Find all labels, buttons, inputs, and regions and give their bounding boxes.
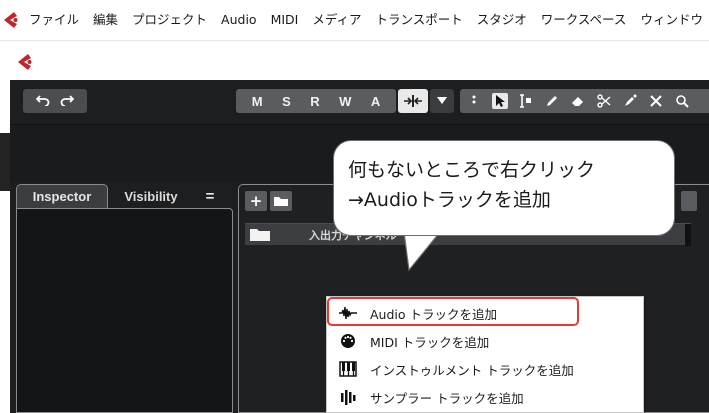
callout-line-1: 何もないところで右クリック bbox=[348, 159, 596, 181]
zoom-tool-icon[interactable] bbox=[674, 93, 690, 109]
eraser-tool-icon[interactable] bbox=[570, 93, 586, 109]
menu-workspace[interactable]: ワークスペース bbox=[534, 0, 634, 40]
push-mode-icon bbox=[404, 95, 422, 107]
menu-window[interactable]: ウィンドウ bbox=[633, 0, 709, 40]
pointer-tool-icon[interactable] bbox=[492, 93, 508, 109]
folder-icon bbox=[250, 229, 270, 241]
menu-project[interactable]: プロジェクト bbox=[125, 0, 214, 40]
tool-palette bbox=[460, 89, 709, 113]
tab-inspector[interactable]: Inspector bbox=[16, 184, 108, 208]
undo-redo-group bbox=[23, 89, 87, 113]
track-state-buttons: M S R W A bbox=[236, 89, 396, 113]
sampler-bars-icon bbox=[341, 390, 356, 405]
cubase-logo-icon[interactable] bbox=[0, 0, 22, 40]
auto-scroll-button[interactable] bbox=[398, 89, 428, 113]
window-title-row bbox=[0, 40, 709, 80]
add-track-button[interactable]: + bbox=[245, 191, 267, 211]
menu-midi[interactable]: MIDI bbox=[264, 0, 306, 40]
pencil-tool-icon[interactable] bbox=[544, 93, 560, 109]
add-track-folder-button[interactable] bbox=[270, 191, 292, 211]
menu-item-add-sampler-track[interactable]: サンプラー トラックを追加 bbox=[327, 384, 645, 410]
glue-tool-icon[interactable] bbox=[622, 93, 638, 109]
callout-tail bbox=[403, 232, 441, 272]
a-button[interactable]: A bbox=[371, 94, 380, 109]
midi-connector-icon bbox=[341, 334, 355, 348]
folder-add-icon bbox=[274, 197, 288, 206]
menu-item-label: サンプラー トラックを追加 bbox=[370, 390, 524, 406]
range-tool-icon[interactable] bbox=[518, 93, 534, 109]
menu-item-add-instrument-track[interactable]: インストゥルメント トラックを追加 bbox=[327, 356, 645, 382]
mute-tool-icon[interactable] bbox=[648, 93, 664, 109]
callout-line-2: →Audioトラックを追加 bbox=[348, 189, 551, 211]
highlight-box bbox=[327, 297, 579, 326]
menu-media[interactable]: メディア bbox=[305, 0, 368, 40]
drag-handle-icon[interactable] bbox=[466, 93, 482, 109]
track-list-option-button[interactable] bbox=[681, 191, 697, 211]
mode-dropdown-button[interactable] bbox=[430, 89, 454, 113]
track-meter bbox=[685, 224, 691, 246]
cubase-logo-icon bbox=[14, 51, 36, 77]
piano-keys-icon bbox=[339, 361, 357, 377]
inspector-panel bbox=[16, 208, 233, 413]
menu-bar: ファイル 編集 プロジェクト Audio MIDI メディア トランスポート ス… bbox=[0, 0, 709, 40]
redo-icon[interactable] bbox=[60, 94, 75, 109]
undo-icon[interactable] bbox=[35, 94, 50, 109]
annotation-callout: 何もないところで右クリック →Audioトラックを追加 bbox=[333, 140, 675, 236]
chevron-down-icon bbox=[437, 97, 447, 104]
menu-item-label: MIDI トラックを追加 bbox=[370, 334, 490, 350]
menu-audio[interactable]: Audio bbox=[214, 0, 264, 40]
menu-item-add-midi-track[interactable]: MIDI トラックを追加 bbox=[327, 328, 645, 354]
write-button[interactable]: W bbox=[339, 94, 351, 109]
track-list-toolbar: + bbox=[245, 191, 292, 211]
menu-file[interactable]: ファイル bbox=[22, 0, 86, 40]
read-button[interactable]: R bbox=[310, 94, 319, 109]
menu-studio[interactable]: スタジオ bbox=[470, 0, 534, 40]
toolbar: M S R W A bbox=[10, 80, 709, 124]
background-window-strip bbox=[0, 80, 10, 413]
scissors-tool-icon[interactable] bbox=[596, 93, 612, 109]
tab-visibility[interactable]: Visibility bbox=[108, 184, 194, 208]
menu-transport[interactable]: トランスポート bbox=[369, 0, 470, 40]
solo-button[interactable]: S bbox=[282, 94, 291, 109]
mute-button[interactable]: M bbox=[252, 94, 263, 109]
inspector-tabs: Inspector Visibility = bbox=[16, 184, 236, 208]
menu-item-label: インストゥルメント トラックを追加 bbox=[370, 362, 574, 378]
inspector-menu-button[interactable]: = bbox=[194, 184, 226, 208]
menu-edit[interactable]: 編集 bbox=[86, 0, 125, 40]
